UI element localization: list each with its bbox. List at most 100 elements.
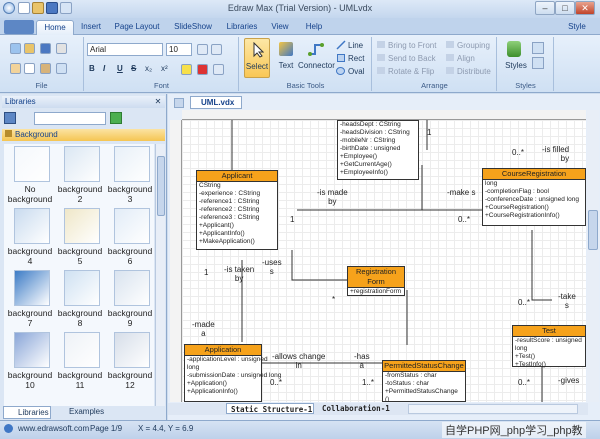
background-thumbnail[interactable] [64, 146, 100, 182]
font-color-icon[interactable] [197, 64, 208, 75]
test-class[interactable]: Test -resultScore : unsigned long +Test() +… [512, 325, 586, 368]
applicant-class[interactable]: Applicant CString -experience : CString -r… [196, 170, 278, 250]
horizontal-scrollbar[interactable] [408, 404, 578, 414]
sheet-tab-collaboration[interactable]: Collaboration-1 [318, 403, 404, 414]
background-thumbnail[interactable] [114, 332, 150, 368]
background-thumbnail[interactable] [14, 332, 50, 368]
font-family-select[interactable]: Arial [87, 43, 163, 56]
background-thumbnail[interactable] [14, 270, 50, 306]
website-link[interactable]: www.edrawsoft.com [18, 424, 89, 433]
print-icon[interactable] [56, 43, 67, 54]
label-line: a [359, 361, 364, 370]
shrink-font-icon[interactable] [211, 44, 222, 55]
examples-tab[interactable]: Examples [55, 406, 104, 419]
select-tool-button[interactable]: Select [244, 38, 270, 78]
copy-icon[interactable] [24, 63, 35, 74]
line-label: Line [348, 41, 364, 50]
paste-icon[interactable] [40, 63, 51, 74]
tab-page-layout[interactable]: Page Layout [110, 20, 164, 35]
app-menu-button[interactable] [4, 20, 34, 34]
italic-button[interactable]: I [103, 64, 105, 73]
rotate-flip-button[interactable]: Rotate & Flip [377, 67, 434, 76]
tab-menu-icon[interactable] [174, 98, 184, 108]
subscript-button[interactable]: x₂ [145, 64, 152, 73]
open-file-icon[interactable] [24, 43, 35, 54]
tab-libraries[interactable]: Libraries [224, 20, 260, 35]
v-scroll-thumb[interactable] [588, 210, 598, 250]
tab-home[interactable]: Home [36, 20, 74, 35]
style-menu[interactable]: Style [562, 20, 592, 35]
go-icon[interactable] [110, 112, 122, 124]
tab-help[interactable]: Help [302, 20, 326, 35]
styles-button[interactable]: Styles [502, 38, 527, 78]
label-line: 8 [77, 318, 83, 328]
library-scrollbar[interactable] [155, 144, 165, 406]
oval-tool-button[interactable]: Oval [336, 66, 372, 77]
background-thumbnail[interactable] [14, 146, 50, 182]
class-member: -experience : CString [199, 190, 261, 197]
close-panel-icon[interactable]: ✕ [153, 97, 163, 107]
label-line: background [7, 194, 53, 204]
libraries-tab[interactable]: Libraries [3, 406, 51, 419]
send-to-back-button[interactable]: Send to Back [377, 54, 436, 63]
background-thumbnail[interactable] [64, 270, 100, 306]
label-line: background [7, 370, 53, 380]
tab-slideshow[interactable]: SlideShow [170, 20, 216, 35]
library-search-input[interactable] [34, 112, 106, 125]
save-file-icon[interactable] [40, 43, 51, 54]
line-tool-button[interactable]: Line [336, 40, 372, 51]
vertical-scrollbar[interactable] [587, 110, 599, 402]
tab-view[interactable]: View [268, 20, 292, 35]
bold-button[interactable]: B [89, 64, 95, 73]
tab-insert[interactable]: Insert [76, 20, 106, 35]
bullets-icon[interactable] [213, 64, 224, 75]
strikethrough-button[interactable]: S [131, 64, 136, 73]
scroll-thumb[interactable] [157, 156, 165, 216]
background-label: background 11 [53, 370, 107, 390]
grow-font-icon[interactable] [197, 44, 208, 55]
background-thumbnail[interactable] [64, 208, 100, 244]
course-registration-class[interactable]: CourseRegistration long -completionFlag :… [482, 168, 586, 226]
highlight-icon[interactable] [181, 64, 192, 75]
styles-icon [507, 41, 521, 57]
distribute-button[interactable]: Distribute [446, 67, 491, 76]
bring-front-icon [377, 41, 385, 48]
font-size-select[interactable]: 10 [166, 43, 192, 56]
align-button[interactable]: Align [446, 54, 475, 63]
registration-form-class[interactable]: Registration Form +registrationForm [347, 266, 405, 296]
background-section-header[interactable]: Background [2, 129, 165, 141]
class-member: long [485, 180, 498, 187]
minimize-button[interactable]: – [535, 1, 555, 15]
cut-icon[interactable] [10, 63, 21, 74]
sheet-tab-static[interactable]: Static Structure-1 [226, 403, 314, 414]
bring-to-front-button[interactable]: Bring to Front [377, 41, 436, 50]
class-member: +Applicant() [199, 222, 234, 229]
superscript-button[interactable]: x² [161, 64, 168, 73]
line-style-icon[interactable] [532, 57, 544, 69]
background-thumbnail[interactable] [14, 208, 50, 244]
underline-button[interactable]: U [117, 64, 123, 73]
employee-class[interactable]: -headsDept : CString -headsDivision : CSt… [337, 120, 419, 180]
fill-icon[interactable] [532, 42, 544, 54]
drawing-page[interactable]: -headsDept : CString -headsDivision : CSt… [182, 120, 586, 402]
new-file-icon[interactable] [10, 43, 21, 54]
close-button[interactable]: ✕ [575, 1, 595, 15]
format-painter-icon[interactable] [56, 63, 67, 74]
maximize-button[interactable]: □ [555, 1, 575, 15]
document-tab[interactable]: UML.vdx [190, 96, 242, 109]
grouping-button[interactable]: Grouping [446, 41, 490, 50]
background-thumbnail[interactable] [114, 208, 150, 244]
connector-tool-button[interactable]: Connector [298, 38, 335, 78]
application-class[interactable]: Application -applicationLevel : unsigned… [184, 344, 281, 402]
permitted-status-class[interactable]: PermittedStatusChange -fromStatus : char… [382, 360, 466, 402]
rect-tool-button[interactable]: Rect [336, 53, 372, 64]
class-member: CString [199, 182, 221, 189]
background-thumbnail[interactable] [64, 332, 100, 368]
label-line: 11 [75, 380, 85, 390]
library-menu-icon[interactable] [4, 112, 16, 124]
background-thumbnail[interactable] [114, 146, 150, 182]
background-thumbnail[interactable] [114, 270, 150, 306]
class-member: +registrationForm [350, 288, 402, 295]
label-uses: -uses s [262, 258, 282, 276]
text-tool-button[interactable]: Text [274, 38, 298, 78]
